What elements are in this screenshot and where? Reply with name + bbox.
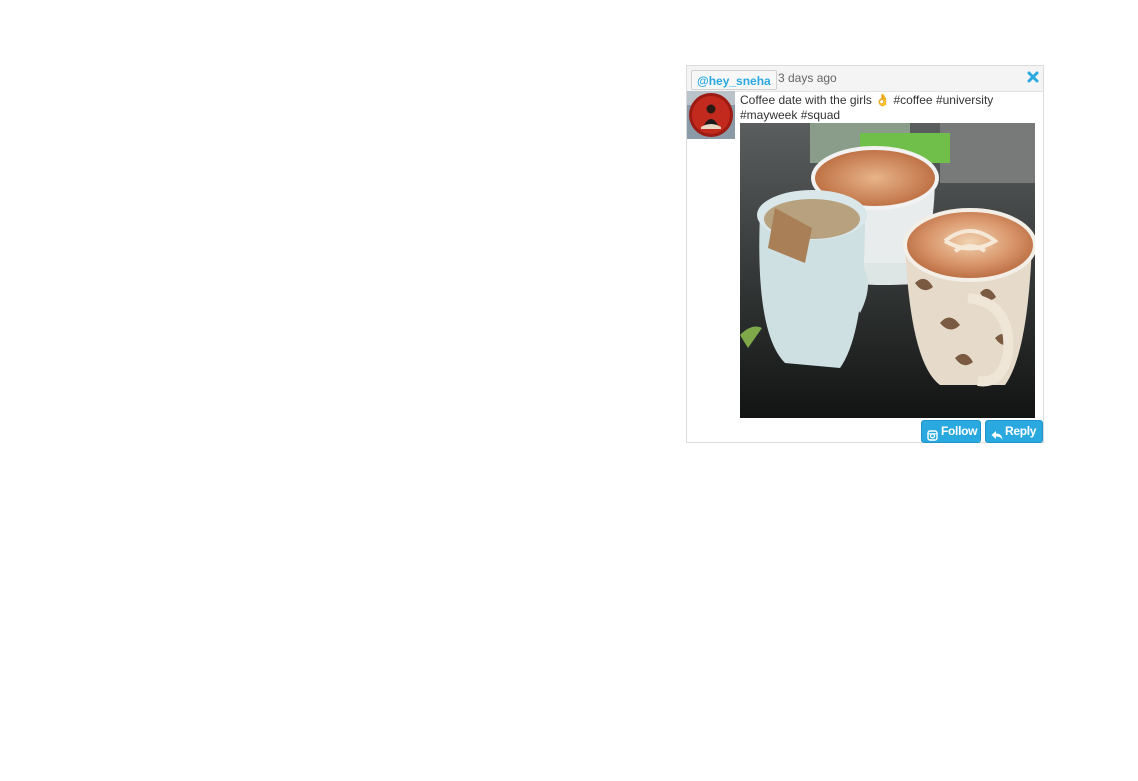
post-caption: Coffee date with the girls 👌 #coffee #un… — [740, 93, 994, 122]
instagram-icon — [927, 426, 938, 441]
close-icon[interactable] — [1027, 70, 1039, 83]
post-photo — [740, 123, 1035, 418]
user-handle-link[interactable]: @hey_sneha — [691, 70, 777, 90]
post-timestamp: 3 days ago — [778, 71, 837, 85]
instagram-post-card: @hey_sneha 3 days ago Coffee date with t… — [686, 65, 1044, 443]
avatar[interactable] — [687, 91, 735, 139]
post-header: @hey_sneha 3 days ago — [687, 66, 1043, 92]
follow-button[interactable]: Follow — [921, 420, 981, 443]
reply-label: Reply — [1005, 424, 1037, 438]
reply-button[interactable]: Reply — [985, 420, 1043, 443]
reply-icon — [991, 426, 1003, 440]
follow-label: Follow — [941, 424, 978, 438]
